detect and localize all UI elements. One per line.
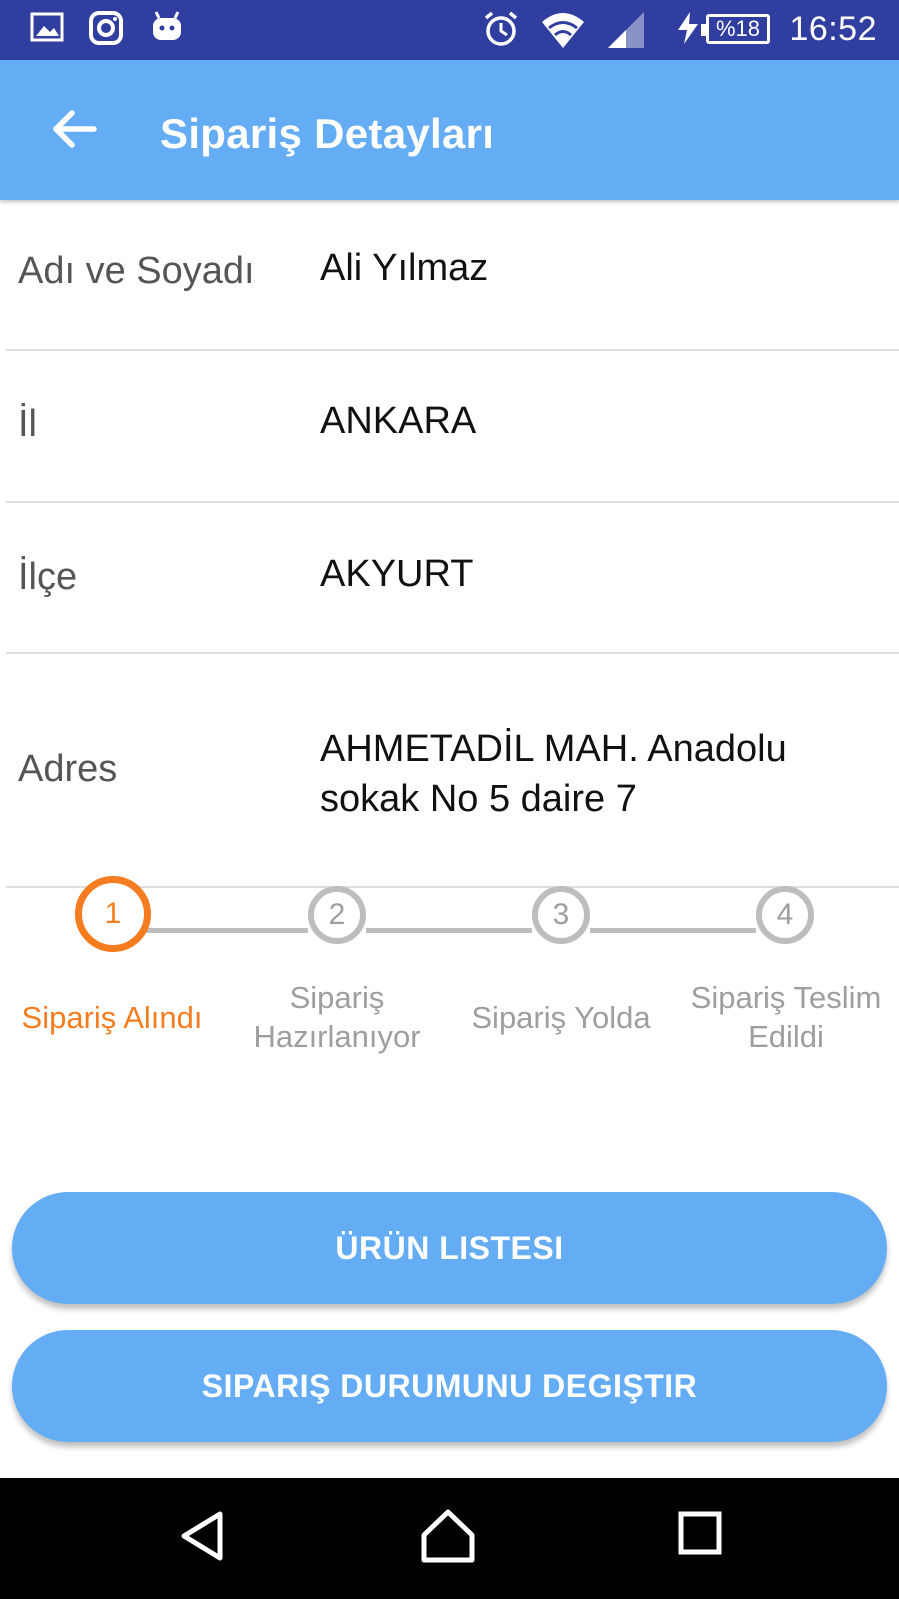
clock: 16:52 — [789, 10, 877, 48]
divider — [6, 501, 899, 503]
step-1-label: Sipariş Alındı — [21, 1000, 203, 1035]
detail-label: Adı ve Soyadı — [18, 250, 255, 292]
detail-value: AHMETADİL MAH. Anadolu sokak No 5 daire … — [320, 728, 787, 820]
app-bar: Sipariş Detayları — [0, 60, 899, 200]
detail-label: İlçe — [18, 556, 78, 598]
detail-label: İl — [18, 403, 37, 445]
instagram-icon — [89, 11, 123, 45]
step-2-label: Sipariş Hazırlanıyor — [253, 980, 421, 1054]
change-status-button[interactable]: SIPARIŞ DURUMUNU DEGIŞTIR — [12, 1330, 887, 1442]
battery-level: %18 — [715, 16, 761, 41]
detail-label: Adres — [18, 748, 118, 790]
status-bar: %18 16:52 — [0, 0, 899, 60]
alarm-icon — [484, 11, 518, 46]
android-icon — [153, 11, 181, 40]
step-4-circle: 4 — [756, 886, 814, 944]
back-triangle-icon[interactable] — [176, 1508, 228, 1564]
gallery-icon — [30, 12, 64, 42]
arrow-left-icon[interactable] — [50, 104, 100, 154]
recents-icon[interactable] — [676, 1508, 724, 1560]
step-connector — [366, 928, 532, 933]
product-list-button[interactable]: ÜRÜN LISTESI — [12, 1192, 887, 1304]
step-connector — [146, 928, 308, 933]
wifi-icon — [542, 13, 584, 48]
signal-icon — [608, 12, 644, 48]
charging-icon — [678, 12, 698, 44]
home-icon[interactable] — [420, 1508, 476, 1564]
step-connector — [590, 928, 756, 933]
step-2-circle: 2 — [308, 886, 366, 944]
order-status-stepper: 1 2 3 4 Sipariş Alındı Sipariş Hazırlanı… — [0, 876, 899, 1066]
step-3-label: Sipariş Yolda — [471, 1000, 651, 1035]
battery-icon: %18 — [701, 14, 770, 44]
detail-value: AKYURT — [320, 553, 474, 595]
step-3-circle: 3 — [532, 886, 590, 944]
detail-value: ANKARA — [320, 400, 477, 442]
navigation-bar — [0, 1478, 899, 1599]
step-4-label: Sipariş Teslim Edildi — [690, 980, 882, 1054]
detail-value: Ali Yılmaz — [320, 247, 489, 289]
step-1-circle: 1 — [75, 876, 151, 952]
divider — [6, 349, 899, 351]
divider — [6, 652, 899, 654]
page-title: Sipariş Detayları — [160, 110, 495, 157]
